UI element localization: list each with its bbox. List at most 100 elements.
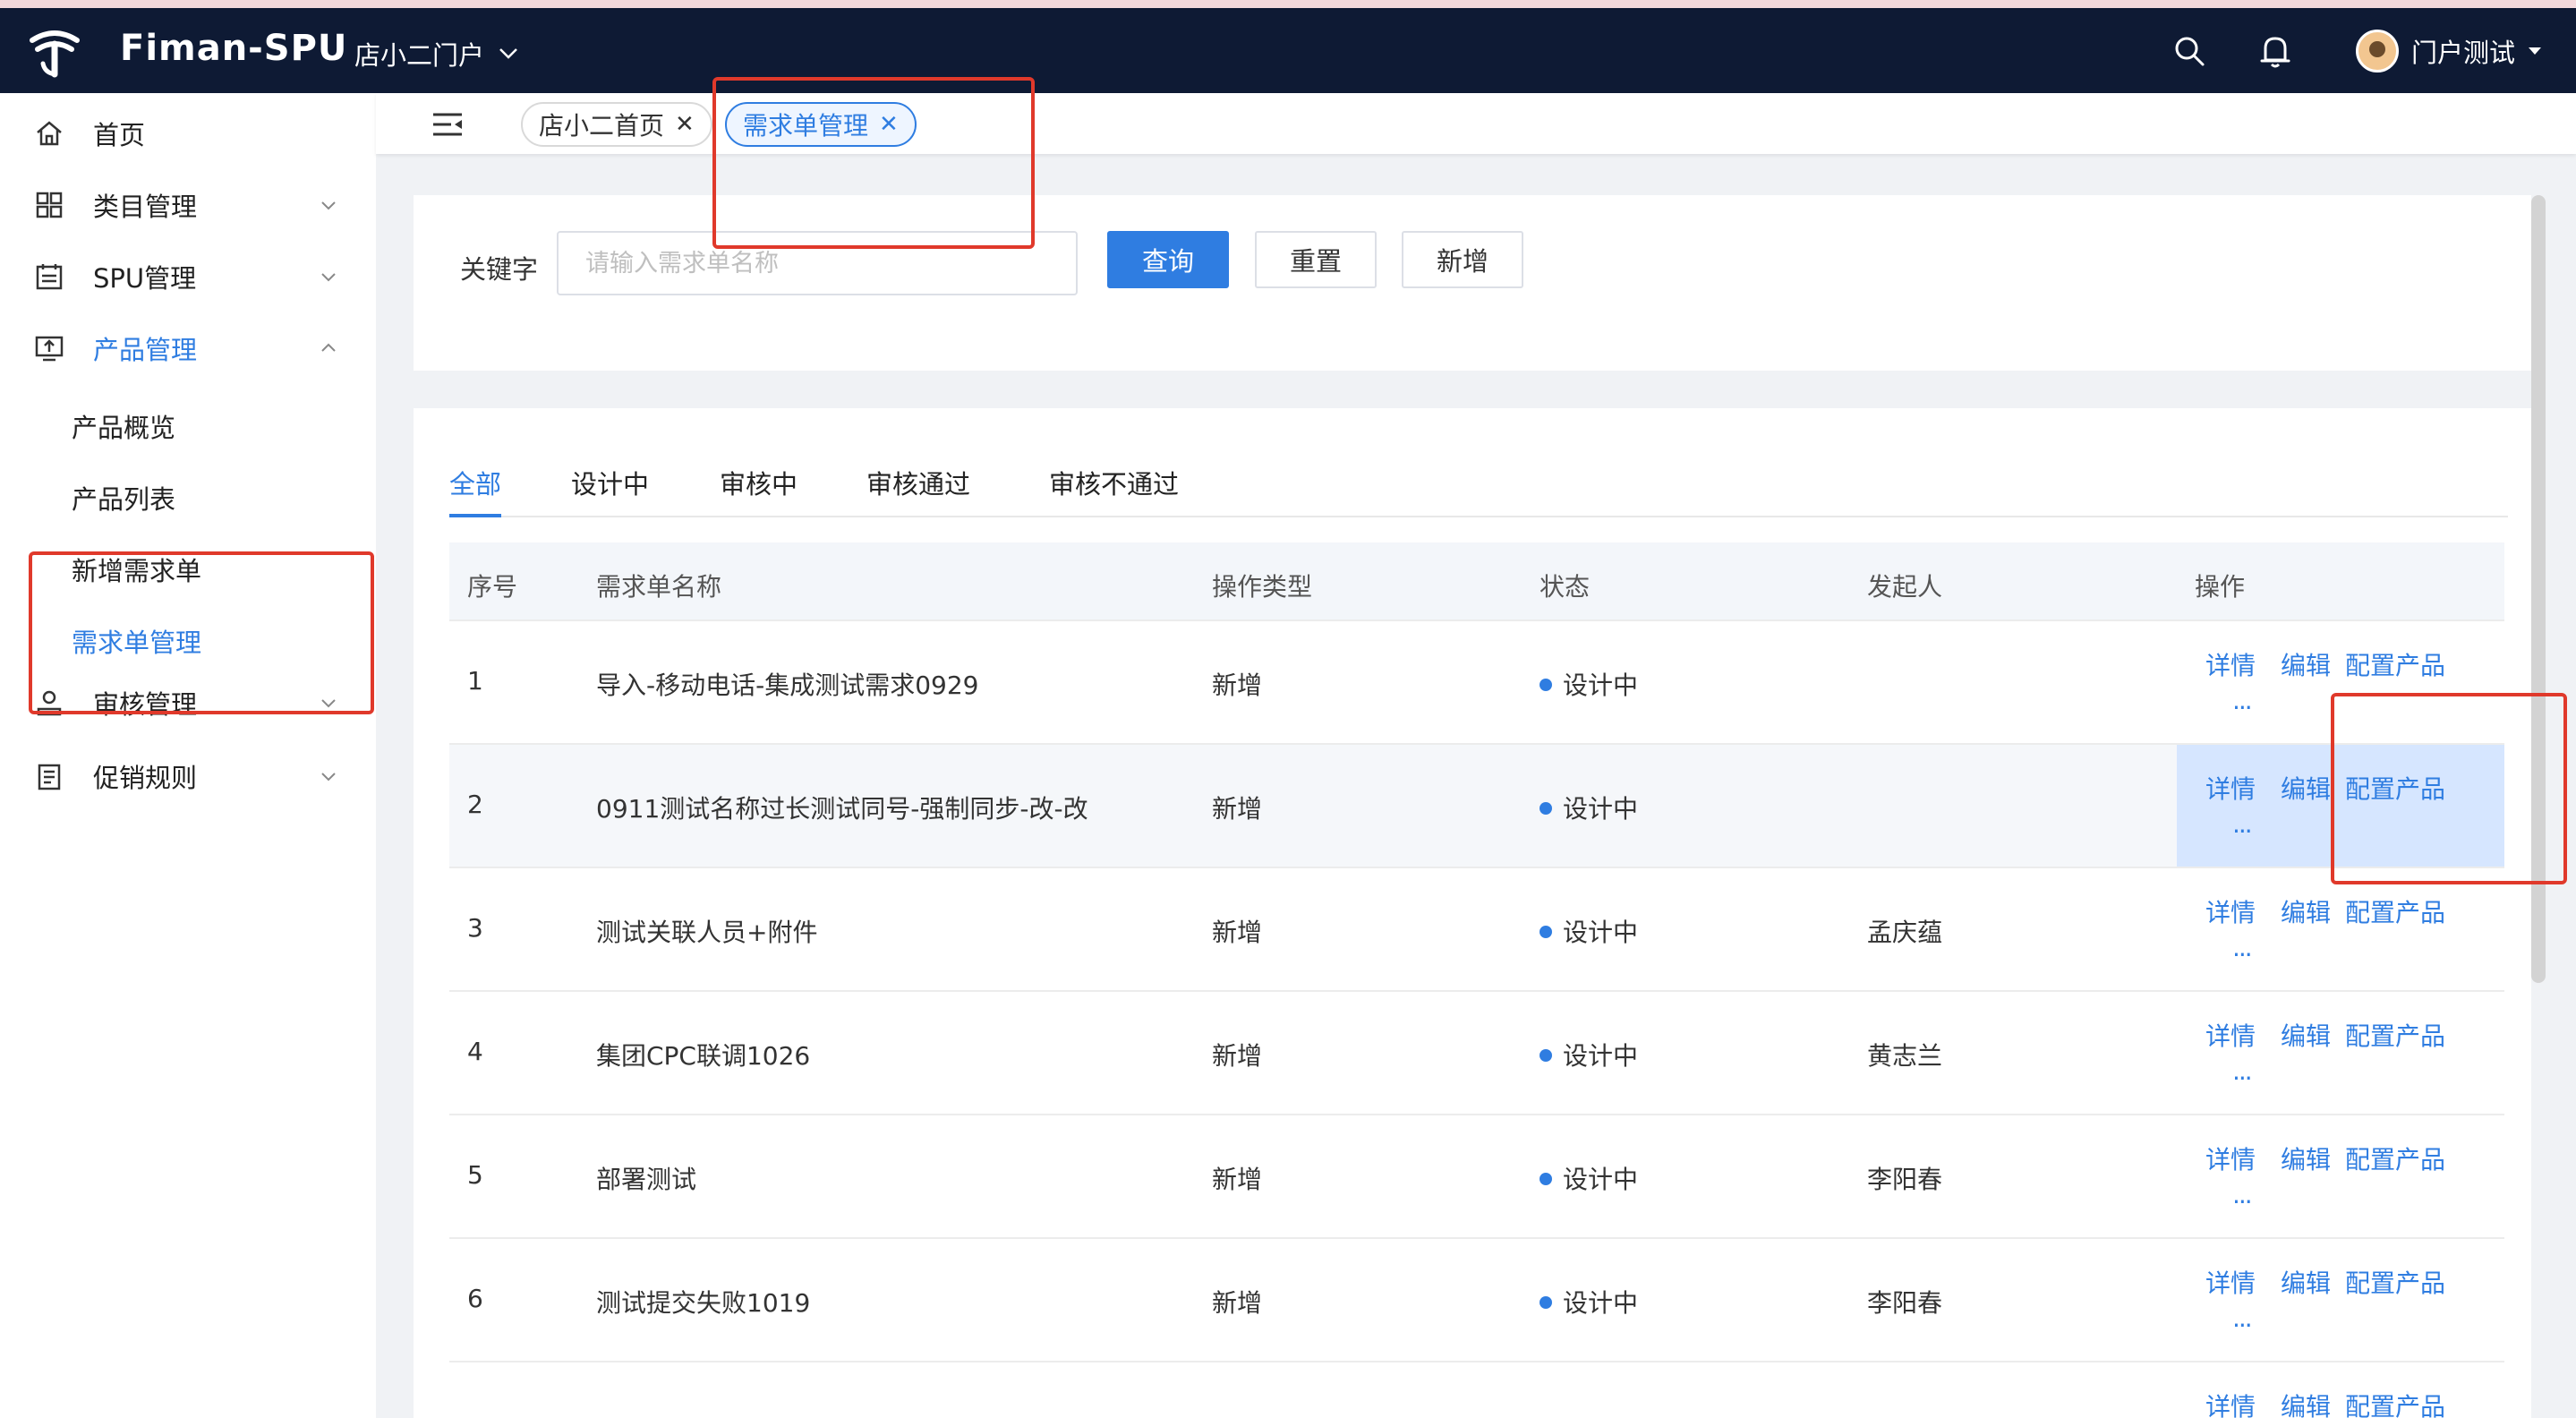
cell-name: 集团CPC联调1026 (596, 1041, 811, 1071)
cell-status: 设计中 (1540, 666, 1638, 702)
edit-link[interactable]: 编辑 (2281, 1264, 2331, 1300)
table-row: 4 集团CPC联调1026 新增 设计中 黄志兰 详情 编辑 配置产品 ... (449, 992, 2504, 1115)
status-tabs: 全部 设计中 审核中 审核通过 审核不通过 (449, 464, 2508, 517)
status-tab-designing[interactable]: 设计中 (571, 464, 649, 517)
edit-link[interactable]: 编辑 (2281, 893, 2331, 929)
cell-op-type: 新增 (1212, 1288, 1263, 1318)
table-row-partial: 详情 编辑 配置产品 (449, 1362, 2504, 1418)
chevron-down-icon (321, 773, 336, 782)
telecom-logo-icon (30, 30, 80, 78)
status-dot (1540, 1173, 1552, 1185)
user-menu[interactable]: 门户测试 (2356, 8, 2542, 93)
detail-link[interactable]: 详情 (2205, 1388, 2256, 1418)
config-product-link[interactable]: 配置产品 (2345, 1017, 2445, 1053)
sidebar-subitem-new-request[interactable]: 新增需求单 (0, 535, 376, 603)
request-list-panel: 全部 设计中 审核中 审核通过 审核不通过 序号 需求单名称 操作类型 状态 发… (414, 408, 2531, 1418)
cell-no: 4 (467, 1037, 483, 1066)
status-tab-rejected[interactable]: 审核不通过 (1049, 464, 1179, 517)
cell-actions: 详情 编辑 配置产品 ... (2177, 745, 2504, 867)
detail-link[interactable]: 详情 (2205, 1140, 2256, 1176)
sidebar-item-label: 首页 (93, 120, 146, 150)
status-text: 设计中 (1563, 1165, 1639, 1194)
chevron-down-icon (321, 699, 336, 708)
bell-icon (2260, 36, 2290, 67)
sidebar-item-label: 类目管理 (93, 192, 198, 222)
sidebar-subitem-label: 新增需求单 (72, 556, 202, 586)
cell-op-type: 新增 (1212, 1165, 1263, 1194)
cell-actions: 详情 编辑 配置产品 ... (2177, 621, 2504, 743)
status-tab-reviewing[interactable]: 审核中 (720, 464, 798, 517)
add-button[interactable]: 新增 (1402, 231, 1523, 288)
query-button[interactable]: 查询 (1107, 231, 1229, 288)
detail-link[interactable]: 详情 (2205, 1264, 2256, 1300)
config-product-link[interactable]: 配置产品 (2345, 770, 2445, 806)
sidebar-item-label: 促销规则 (93, 763, 198, 793)
detail-link[interactable]: 详情 (2205, 1017, 2256, 1053)
more-actions-icon[interactable]: ... (2232, 933, 2253, 962)
col-header-initiator: 发起人 (1867, 572, 1943, 602)
more-actions-icon[interactable]: ... (2232, 809, 2253, 839)
cell-op-type: 新增 (1212, 1041, 1263, 1071)
tab-label: 需求单管理 (743, 111, 869, 141)
edit-link[interactable]: 编辑 (2281, 646, 2331, 682)
search-button[interactable] (2164, 8, 2214, 93)
sidebar-subitem-product-overview[interactable]: 产品概览 (0, 392, 376, 460)
sidebar-item-promotion[interactable]: 促销规则 (0, 741, 376, 811)
clipboard-icon (38, 764, 61, 790)
edit-link[interactable]: 编辑 (2281, 770, 2331, 806)
sidebar-subitem-product-list[interactable]: 产品列表 (0, 464, 376, 532)
cell-name: 0911测试名称过长测试同号-强制同步-改-改 (596, 794, 1088, 824)
config-product-link[interactable]: 配置产品 (2345, 1264, 2445, 1300)
sidebar-item-audit[interactable]: 审核管理 (0, 668, 376, 738)
config-product-link[interactable]: 配置产品 (2345, 893, 2445, 929)
more-actions-icon[interactable]: ... (2232, 1180, 2253, 1209)
reset-button[interactable]: 重置 (1255, 231, 1377, 288)
cell-no: 1 (467, 666, 483, 696)
close-icon[interactable]: ✕ (879, 113, 899, 136)
cell-actions: 详情 编辑 配置产品 ... (2177, 1115, 2504, 1237)
config-product-link[interactable]: 配置产品 (2345, 1388, 2445, 1418)
sidebar-item-spu[interactable]: SPU管理 (0, 242, 376, 312)
config-product-link[interactable]: 配置产品 (2345, 1140, 2445, 1176)
page-scrollbar[interactable] (2531, 195, 2546, 983)
status-tab-all[interactable]: 全部 (449, 464, 502, 517)
avatar (2356, 29, 2399, 73)
collapse-menu-icon[interactable] (431, 111, 464, 138)
sidebar-item-product[interactable]: 产品管理 (0, 313, 376, 383)
more-actions-icon[interactable]: ... (2232, 686, 2253, 715)
status-text: 设计中 (1563, 1041, 1639, 1071)
col-header-actions: 操作 (2195, 572, 2246, 602)
cell-status: 设计中 (1540, 913, 1638, 949)
close-icon[interactable]: ✕ (675, 113, 695, 136)
edit-link[interactable]: 编辑 (2281, 1017, 2331, 1053)
more-actions-icon[interactable]: ... (2232, 1303, 2253, 1333)
keyword-input[interactable] (557, 231, 1078, 295)
app-title: Fiman-SPU (120, 28, 348, 69)
sidebar-subitem-request-management[interactable]: 需求单管理 (0, 607, 376, 675)
detail-link[interactable]: 详情 (2205, 893, 2256, 929)
chevron-down-icon (499, 48, 517, 59)
status-text: 设计中 (1563, 1288, 1639, 1318)
sidebar-item-home[interactable]: 首页 (0, 98, 376, 168)
detail-link[interactable]: 详情 (2205, 770, 2256, 806)
portal-switcher[interactable]: 店小二门户 (354, 35, 518, 73)
home-icon (37, 121, 62, 146)
status-dot (1540, 926, 1552, 938)
config-product-link[interactable]: 配置产品 (2345, 646, 2445, 682)
detail-link[interactable]: 详情 (2205, 646, 2256, 682)
tab-request-management[interactable]: 需求单管理 ✕ (725, 102, 917, 147)
tab-home[interactable]: 店小二首页 ✕ (521, 102, 712, 147)
notification-button[interactable] (2250, 8, 2300, 93)
status-text: 设计中 (1563, 671, 1639, 700)
more-actions-icon[interactable]: ... (2232, 1056, 2253, 1086)
sidebar-item-label: SPU管理 (93, 263, 197, 294)
edit-link[interactable]: 编辑 (2281, 1388, 2331, 1418)
calendar-list-icon (36, 264, 63, 290)
status-tab-approved[interactable]: 审核通过 (866, 464, 970, 517)
col-header-op-type: 操作类型 (1212, 572, 1313, 602)
col-header-name: 需求单名称 (596, 572, 722, 602)
edit-link[interactable]: 编辑 (2281, 1140, 2331, 1176)
sidebar-item-category[interactable]: 类目管理 (0, 170, 376, 240)
cell-no: 6 (467, 1284, 483, 1313)
top-strip (0, 0, 2576, 8)
